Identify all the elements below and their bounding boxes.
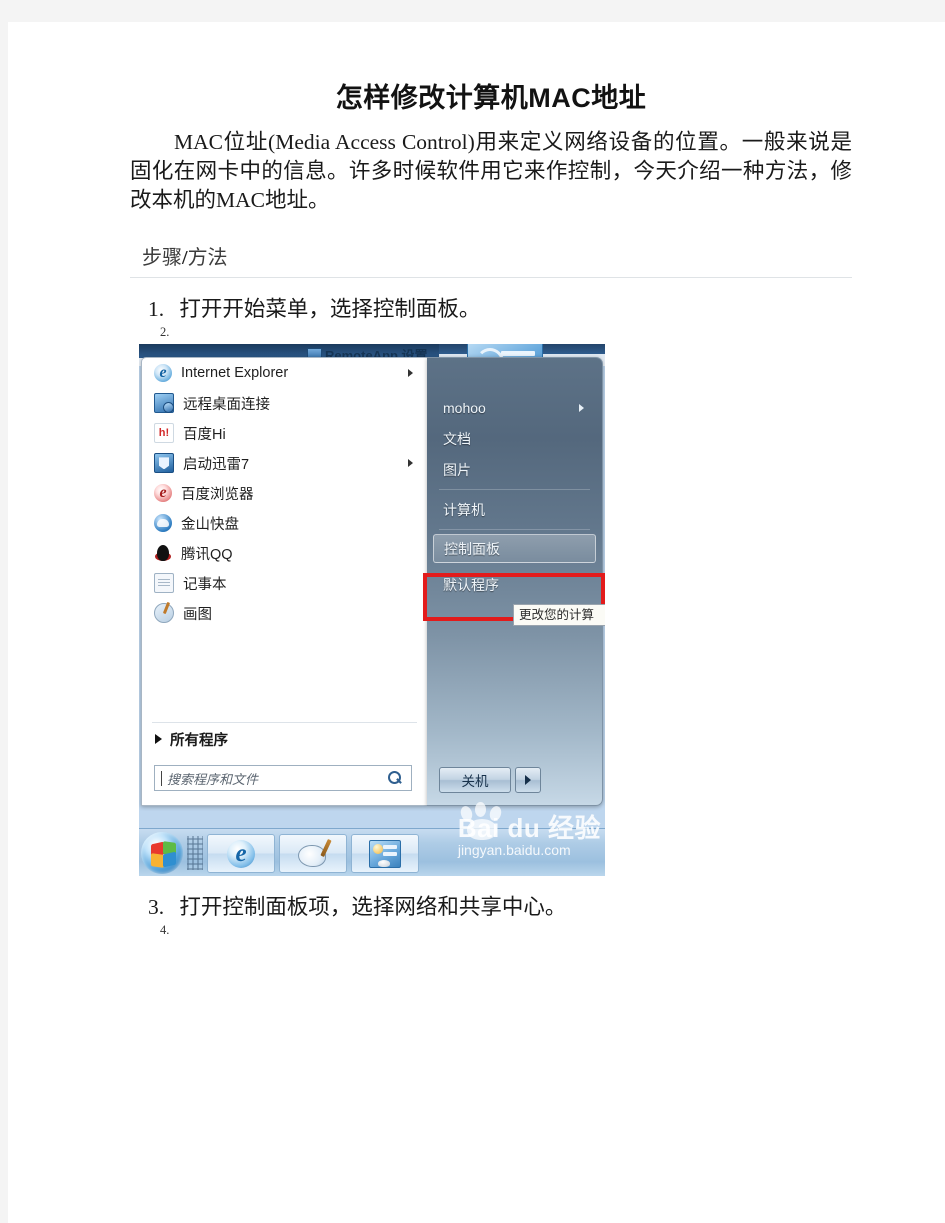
control-panel-icon <box>369 839 401 868</box>
internet-explorer-icon <box>154 364 172 383</box>
baidu-browser-icon <box>154 484 172 503</box>
start-menu-item-baidu-hi[interactable]: 百度Hi <box>142 418 427 448</box>
kingsoft-kuaipan-icon <box>154 514 172 533</box>
start-menu-item-baidu-browser[interactable]: 百度浏览器 <box>142 478 427 508</box>
chevron-right-icon <box>155 734 162 745</box>
paint-icon <box>298 841 328 867</box>
item-label: 启动迅雷7 <box>183 456 250 473</box>
thunder-icon <box>154 453 174 474</box>
page-background: 怎样修改计算机MAC地址 MAC位址(Media Access Control)… <box>0 0 945 1223</box>
tencent-qq-icon <box>154 544 172 562</box>
page-title: 怎样修改计算机MAC地址 <box>335 83 647 113</box>
windows-start-orb-icon[interactable] <box>141 832 183 875</box>
bar-glyph <box>501 351 535 357</box>
control-panel-tooltip: 更改您的计算 <box>513 604 605 627</box>
item-label: mohoo <box>443 399 486 416</box>
start-menu-control-panel[interactable]: 控制面板 <box>433 534 596 564</box>
section-heading-part2: 方法 <box>187 247 228 270</box>
start-menu-item-remote-desktop[interactable]: 远程桌面连接 <box>142 388 427 418</box>
start-menu-computer[interactable]: 计算机 <box>427 494 602 525</box>
remote-desktop-icon <box>154 393 174 414</box>
intro-paragraph: MAC位址(Media Access Control)用来定义网络设备的位置。一… <box>130 128 852 215</box>
baidu-paw-icon <box>458 802 513 842</box>
step-text: 打开开始菜单，选择控制面板。 <box>179 297 481 322</box>
step-number: 3. <box>148 895 165 920</box>
start-menu-screenshot: RemoteApp 设置 Internet Explorer <box>139 344 605 877</box>
divider <box>439 489 590 491</box>
step-number-2: 2. <box>160 325 170 340</box>
taskbar-button-internet-explorer[interactable] <box>207 834 275 874</box>
document-page: 怎样修改计算机MAC地址 MAC位址(Media Access Control)… <box>8 22 945 1223</box>
taskbar-grip-handle[interactable] <box>187 836 203 871</box>
internet-explorer-icon <box>227 839 255 868</box>
start-menu-left-panel: Internet Explorer 远程桌面连接 百度Hi 启动迅雷7 <box>141 357 427 807</box>
item-label: 计算机 <box>443 501 485 518</box>
item-label: 画图 <box>183 606 212 623</box>
item-label: 腾讯QQ <box>181 546 233 563</box>
text-caret <box>161 770 162 786</box>
item-label: 远程桌面连接 <box>183 396 270 413</box>
item-label: 文档 <box>443 430 471 447</box>
shutdown-button[interactable]: 关机 <box>439 767 511 794</box>
step-item: 3. 打开控制面板项，选择网络和共享中心。 <box>130 894 852 921</box>
start-menu-item-tencent-qq[interactable]: 腾讯QQ <box>142 538 427 568</box>
divider <box>152 722 417 724</box>
chevron-right-icon <box>408 369 413 378</box>
baidu-hi-icon <box>154 423 174 444</box>
step-item: 1. 打开开始菜单，选择控制面板。 <box>130 296 852 323</box>
start-menu-user-mohoo[interactable]: mohoo <box>427 392 602 423</box>
section-heading: 步骤/方法 <box>130 241 852 279</box>
item-label: 记事本 <box>183 576 227 593</box>
search-input[interactable]: 搜索程序和文件 <box>154 765 412 792</box>
item-label: Internet Explorer <box>181 365 289 382</box>
start-menu-item-paint[interactable]: 画图 <box>142 598 427 628</box>
all-programs-label: 所有程序 <box>170 732 228 749</box>
section-heading-part1: 步骤 <box>142 247 182 270</box>
search-placeholder: 搜索程序和文件 <box>167 771 259 787</box>
paint-icon <box>154 603 174 624</box>
all-programs-button[interactable]: 所有程序 <box>143 725 426 753</box>
shutdown-options-button[interactable] <box>515 767 541 794</box>
item-label: 百度Hi <box>183 426 226 443</box>
start-menu-item-notepad[interactable]: 记事本 <box>142 568 427 598</box>
start-menu-documents[interactable]: 文档 <box>427 423 602 454</box>
start-menu-right-panel: mohoo 文档 图片 计算机 控制面板 默认程序 更改您的计算 关机 <box>423 357 605 807</box>
chevron-right-icon <box>408 459 413 468</box>
start-menu-item-kingsoft-kuaipan[interactable]: 金山快盘 <box>142 508 427 538</box>
start-menu-item-thunder[interactable]: 启动迅雷7 <box>142 448 427 478</box>
step-text: 打开控制面板项，选择网络和共享中心。 <box>179 895 567 920</box>
taskbar <box>139 828 605 877</box>
divider <box>439 529 590 531</box>
intro-text: MAC位址(Media Access Control)用来定义网络设备的位置。一… <box>130 130 852 213</box>
item-label: 百度浏览器 <box>181 486 254 503</box>
taskbar-button-control-panel[interactable] <box>351 834 419 874</box>
item-label: 图片 <box>443 461 471 478</box>
step-number: 1. <box>148 297 165 322</box>
notepad-icon <box>154 573 174 594</box>
step-number-4: 4. <box>160 923 170 938</box>
taskbar-button-paint[interactable] <box>279 834 347 874</box>
item-label: 金山快盘 <box>181 516 239 533</box>
start-menu-item-internet-explorer[interactable]: Internet Explorer <box>142 358 427 388</box>
item-label: 控制面板 <box>444 540 500 557</box>
start-menu-pictures[interactable]: 图片 <box>427 454 602 485</box>
search-icon <box>387 770 403 786</box>
chevron-right-icon <box>579 403 584 412</box>
document-body: 怎样修改计算机MAC地址 MAC位址(Media Access Control)… <box>130 82 852 938</box>
